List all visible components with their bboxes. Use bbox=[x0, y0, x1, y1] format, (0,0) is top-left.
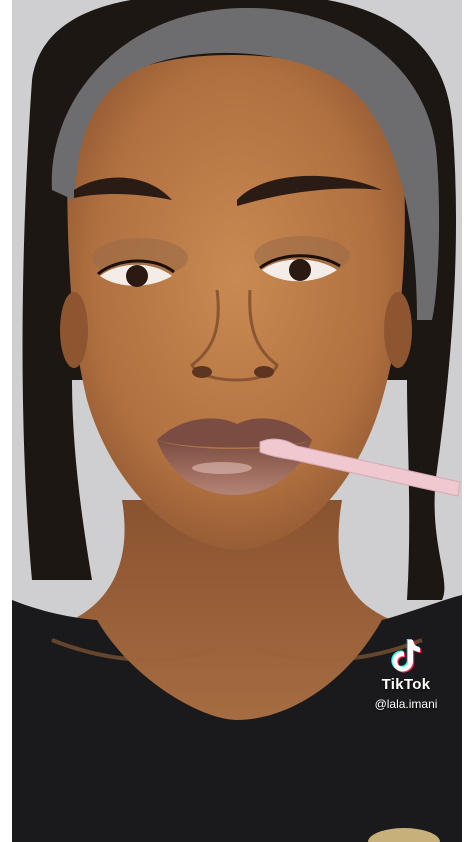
video-frame[interactable] bbox=[12, 0, 462, 842]
right-nostril bbox=[254, 366, 274, 378]
creator-handle[interactable]: @lala.imani bbox=[346, 696, 466, 712]
left-nostril bbox=[192, 366, 212, 378]
left-iris bbox=[126, 265, 148, 287]
tiktok-note-icon bbox=[391, 639, 422, 673]
tiktok-video-screen: TikTok @lala.imani bbox=[0, 0, 474, 842]
tiktok-watermark: TikTok @lala.imani bbox=[346, 638, 466, 712]
lip-gloss-shine bbox=[192, 462, 252, 474]
tiktok-brand-label: TikTok bbox=[381, 676, 431, 693]
left-ear bbox=[60, 292, 88, 368]
right-iris bbox=[289, 259, 311, 281]
right-ear bbox=[384, 292, 412, 368]
video-illustration bbox=[12, 0, 462, 842]
